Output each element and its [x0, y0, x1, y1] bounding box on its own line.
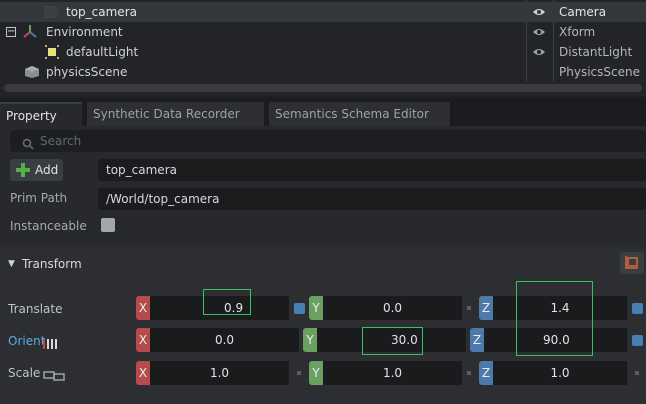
axis-y-label: Y — [309, 361, 323, 385]
search-field[interactable]: Search — [10, 130, 646, 152]
prim-type: PhysicsScene — [559, 65, 640, 79]
tab-semantics-schema-editor[interactable]: Semantics Schema Editor — [269, 102, 450, 126]
prim-type: Camera — [559, 5, 607, 19]
scale-y-value: 1.0 — [323, 361, 462, 385]
add-button[interactable]: Add — [10, 159, 63, 181]
translate-y-value: 0.0 — [323, 296, 462, 320]
prim-name-field[interactable]: top_camera — [98, 159, 646, 181]
stage-row-physics-scene[interactable]: physicsScene PhysicsScene — [0, 62, 646, 82]
prim-type: Xform — [559, 25, 596, 39]
instanceable-checkbox[interactable] — [101, 218, 115, 232]
collapse-triangle-icon[interactable]: ▼ — [8, 259, 15, 269]
axis-z-label: Z — [470, 328, 484, 352]
axis-y-label: Y — [303, 328, 317, 352]
key-icon[interactable] — [632, 303, 643, 314]
scale-z-value: 1.0 — [493, 361, 627, 385]
cube-icon — [24, 65, 40, 85]
prim-name: top_camera — [66, 5, 137, 19]
scale-z-field[interactable]: Z 1.0 — [479, 361, 627, 385]
key-dot-icon[interactable] — [297, 371, 301, 375]
key-icon[interactable] — [294, 303, 305, 314]
orient-label[interactable]: Orient — [8, 334, 45, 348]
stage-row-top-camera[interactable]: top_camera Camera — [0, 2, 646, 22]
axis-z-label: Z — [479, 361, 493, 385]
add-label: Add — [35, 163, 59, 177]
scale-x-value: 1.0 — [150, 361, 289, 385]
tab-property[interactable]: Property — [0, 102, 82, 126]
plus-icon — [15, 162, 31, 182]
prim-name: defaultLight — [66, 45, 139, 59]
horizontal-scrollbar[interactable] — [4, 84, 642, 92]
prim-path-field[interactable]: /World/top_camera — [98, 188, 646, 210]
prim-name: physicsScene — [46, 65, 128, 79]
highlight-box — [203, 289, 251, 315]
tab-synthetic-data-recorder[interactable]: Synthetic Data Recorder — [87, 102, 264, 126]
highlight-box — [362, 327, 423, 355]
axis-x-label: X — [136, 296, 150, 320]
key-icon[interactable] — [632, 335, 643, 346]
stage-row-default-light[interactable]: defaultLight DistantLight — [0, 42, 646, 62]
prim-type: DistantLight — [559, 45, 633, 59]
camera-icon — [44, 6, 58, 18]
prim-path-label: Prim Path — [10, 191, 68, 205]
scale-label: Scale — [8, 366, 41, 380]
translate-y-field[interactable]: Y 0.0 — [309, 296, 462, 320]
translate-label: Translate — [8, 302, 63, 316]
transform-settings-icon[interactable] — [620, 252, 644, 274]
prim-name: Environment — [46, 25, 123, 39]
search-icon — [22, 135, 34, 154]
highlight-box — [516, 281, 593, 356]
instanceable-label: Instanceable — [10, 219, 87, 233]
collapse-icon[interactable]: − — [6, 27, 16, 37]
transform-title: Transform — [22, 257, 82, 271]
scale-y-field[interactable]: Y 1.0 — [309, 361, 462, 385]
link-icon[interactable] — [43, 367, 65, 386]
orient-x-value: 0.0 — [150, 328, 299, 352]
key-dot-icon[interactable] — [467, 306, 471, 310]
rotation-order-icon[interactable] — [43, 334, 57, 353]
axis-y-label: Y — [309, 296, 323, 320]
scale-x-field[interactable]: X 1.0 — [136, 361, 289, 385]
stage-row-environment[interactable]: − Environment Xform — [0, 22, 646, 42]
axis-z-label: Z — [479, 296, 493, 320]
axis-x-label: X — [136, 361, 150, 385]
axis-x-label: X — [136, 328, 150, 352]
search-placeholder: Search — [40, 134, 82, 148]
orient-x-field[interactable]: X 0.0 — [136, 328, 299, 352]
key-dot-icon[interactable] — [635, 371, 639, 375]
key-dot-icon[interactable] — [467, 371, 471, 375]
stage-tree: top_camera Camera − Environment Xform de… — [0, 0, 646, 96]
